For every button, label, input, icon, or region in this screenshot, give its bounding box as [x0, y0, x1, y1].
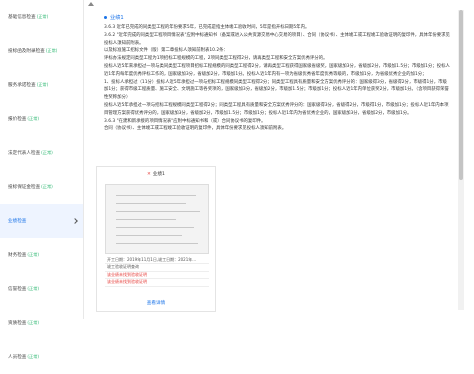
sidebar-item-label: 信誉检查: [8, 287, 27, 292]
content-paragraph: 投标人近5年承担过一项与招标工程规模同类型工程得2分；同类型工程具有质量和安全方…: [104, 102, 449, 116]
sidebar-item-label: 报价检查: [8, 117, 27, 122]
sidebar-item[interactable]: 报价检查 (正常): [0, 102, 83, 136]
sidebar-item[interactable]: 服务承诺检查 (正常): [0, 68, 83, 102]
content-paragraph: 3.6.3 近年已完成的同类型工程的年份要求5年，已完成是指主体竣工验收时间，5…: [104, 25, 310, 30]
check-sidebar: 基础信息检查 (正常) 投标函及附录检查 (正常) 服务承诺检查 (正常) 报价检查 (正常)…: [0, 0, 84, 360]
sidebar-item[interactable]: 法定代表人检查 (正常): [0, 136, 83, 170]
section-title-text: 业绩1: [110, 15, 124, 21]
status-badge: (正常): [27, 354, 40, 359]
sidebar-item[interactable]: 基础信息检查 (正常): [0, 0, 83, 34]
content-paragraph: 3.6.2 "近年完成的同类型工程项目情况表"应附中标通知书（备案或进入公共资源…: [104, 32, 450, 46]
content-paragraph: 评标办法规定同类型工程为1项招标工程规模的工程，2项同类型工程得2分，请再类型工…: [104, 56, 328, 62]
sidebar-item-label: 投标保证金检查: [8, 185, 41, 190]
card-header: ✕ 业绩1: [97, 167, 215, 181]
sidebar-item[interactable]: 业绩检查: [0, 204, 83, 238]
sidebar-item[interactable]: 投标保证金检查 (正常): [0, 170, 83, 204]
sidebar-item-label: 人员检查: [8, 355, 27, 360]
scrollbar-thumb[interactable]: [459, 10, 463, 180]
content-paragraph: 合同（协议书）、主体竣工或工程竣工验收证明的复印件，具体年份要求见投标人须知前附…: [104, 126, 287, 132]
sidebar-item-label: 法定代表人检查: [8, 151, 41, 156]
sidebar-item[interactable]: 人员检查 (正常): [0, 340, 83, 374]
vertical-scrollbar[interactable]: [458, 10, 464, 310]
sidebar-item[interactable]: 信誉检查 (正常): [0, 272, 83, 306]
sidebar-item[interactable]: 资质检查 (正常): [0, 306, 83, 340]
status-badge: (正常): [41, 184, 53, 189]
content-paragraph: 1、投标人承担过（11分）投标人近5年承担过一项与招标工程规模同类型工程得2分；…: [104, 79, 449, 101]
sidebar-item-label: 基础信息检查: [8, 15, 36, 20]
sidebar-item-label: 投标函及附录检查: [8, 49, 45, 54]
content-paragraph: 投标人近5年来承担过一项与类同类型工程项目招标工程规模的同类型工程得2分，请再类…: [104, 63, 450, 77]
content-paragraph: 以及标准施工招标文件（版）第二章投标人须知前附表10.2条：: [104, 48, 228, 54]
scroll-up-icon[interactable]: [88, 2, 94, 6]
card-title: 业绩1: [152, 172, 165, 177]
card-info: 开工日期：2019年11月1日,竣工日期：2021年... 竣工验收证明查询 该…: [105, 257, 209, 287]
status-badge: (正常): [36, 14, 49, 19]
status-badge: (正常): [27, 320, 40, 325]
document-thumbnail[interactable]: [105, 184, 209, 254]
status-badge: (正常): [27, 286, 40, 291]
chevron-right-icon: [72, 218, 78, 224]
performance-card: ✕ 业绩1 开工日期：2019年11月1日,竣工日期：2021年... 竣工验收…: [96, 166, 216, 312]
sidebar-item-label: 服务承诺检查: [8, 83, 36, 88]
bullet-icon: [104, 16, 107, 19]
sidebar-item-label: 业绩检查: [8, 219, 27, 224]
info-row-warning: 该业绩未找到验收证明: [105, 279, 209, 287]
section-title: 业绩1: [104, 14, 450, 21]
status-badge: (正常): [45, 48, 58, 53]
sidebar-item-label: 财务检查: [8, 253, 27, 258]
fail-icon: ✕: [147, 171, 151, 177]
status-badge: (正常): [27, 252, 40, 257]
sidebar-item[interactable]: 财务检查 (正常): [0, 238, 83, 272]
info-row: 竣工验收证明查询: [105, 264, 209, 272]
view-details-link[interactable]: 查看详情: [97, 300, 215, 306]
status-badge: (正常): [36, 82, 49, 87]
content-paragraph: 3.6.3 "在建和新承接的项目情况表"应附中标通知书和（或）合同协议书的复印件…: [104, 118, 266, 124]
status-badge: (正常): [41, 150, 53, 155]
sidebar-item[interactable]: 投标函及附录检查 (正常): [0, 34, 83, 68]
status-badge: (正常): [27, 116, 40, 121]
sidebar-item-label: 资质检查: [8, 321, 27, 326]
